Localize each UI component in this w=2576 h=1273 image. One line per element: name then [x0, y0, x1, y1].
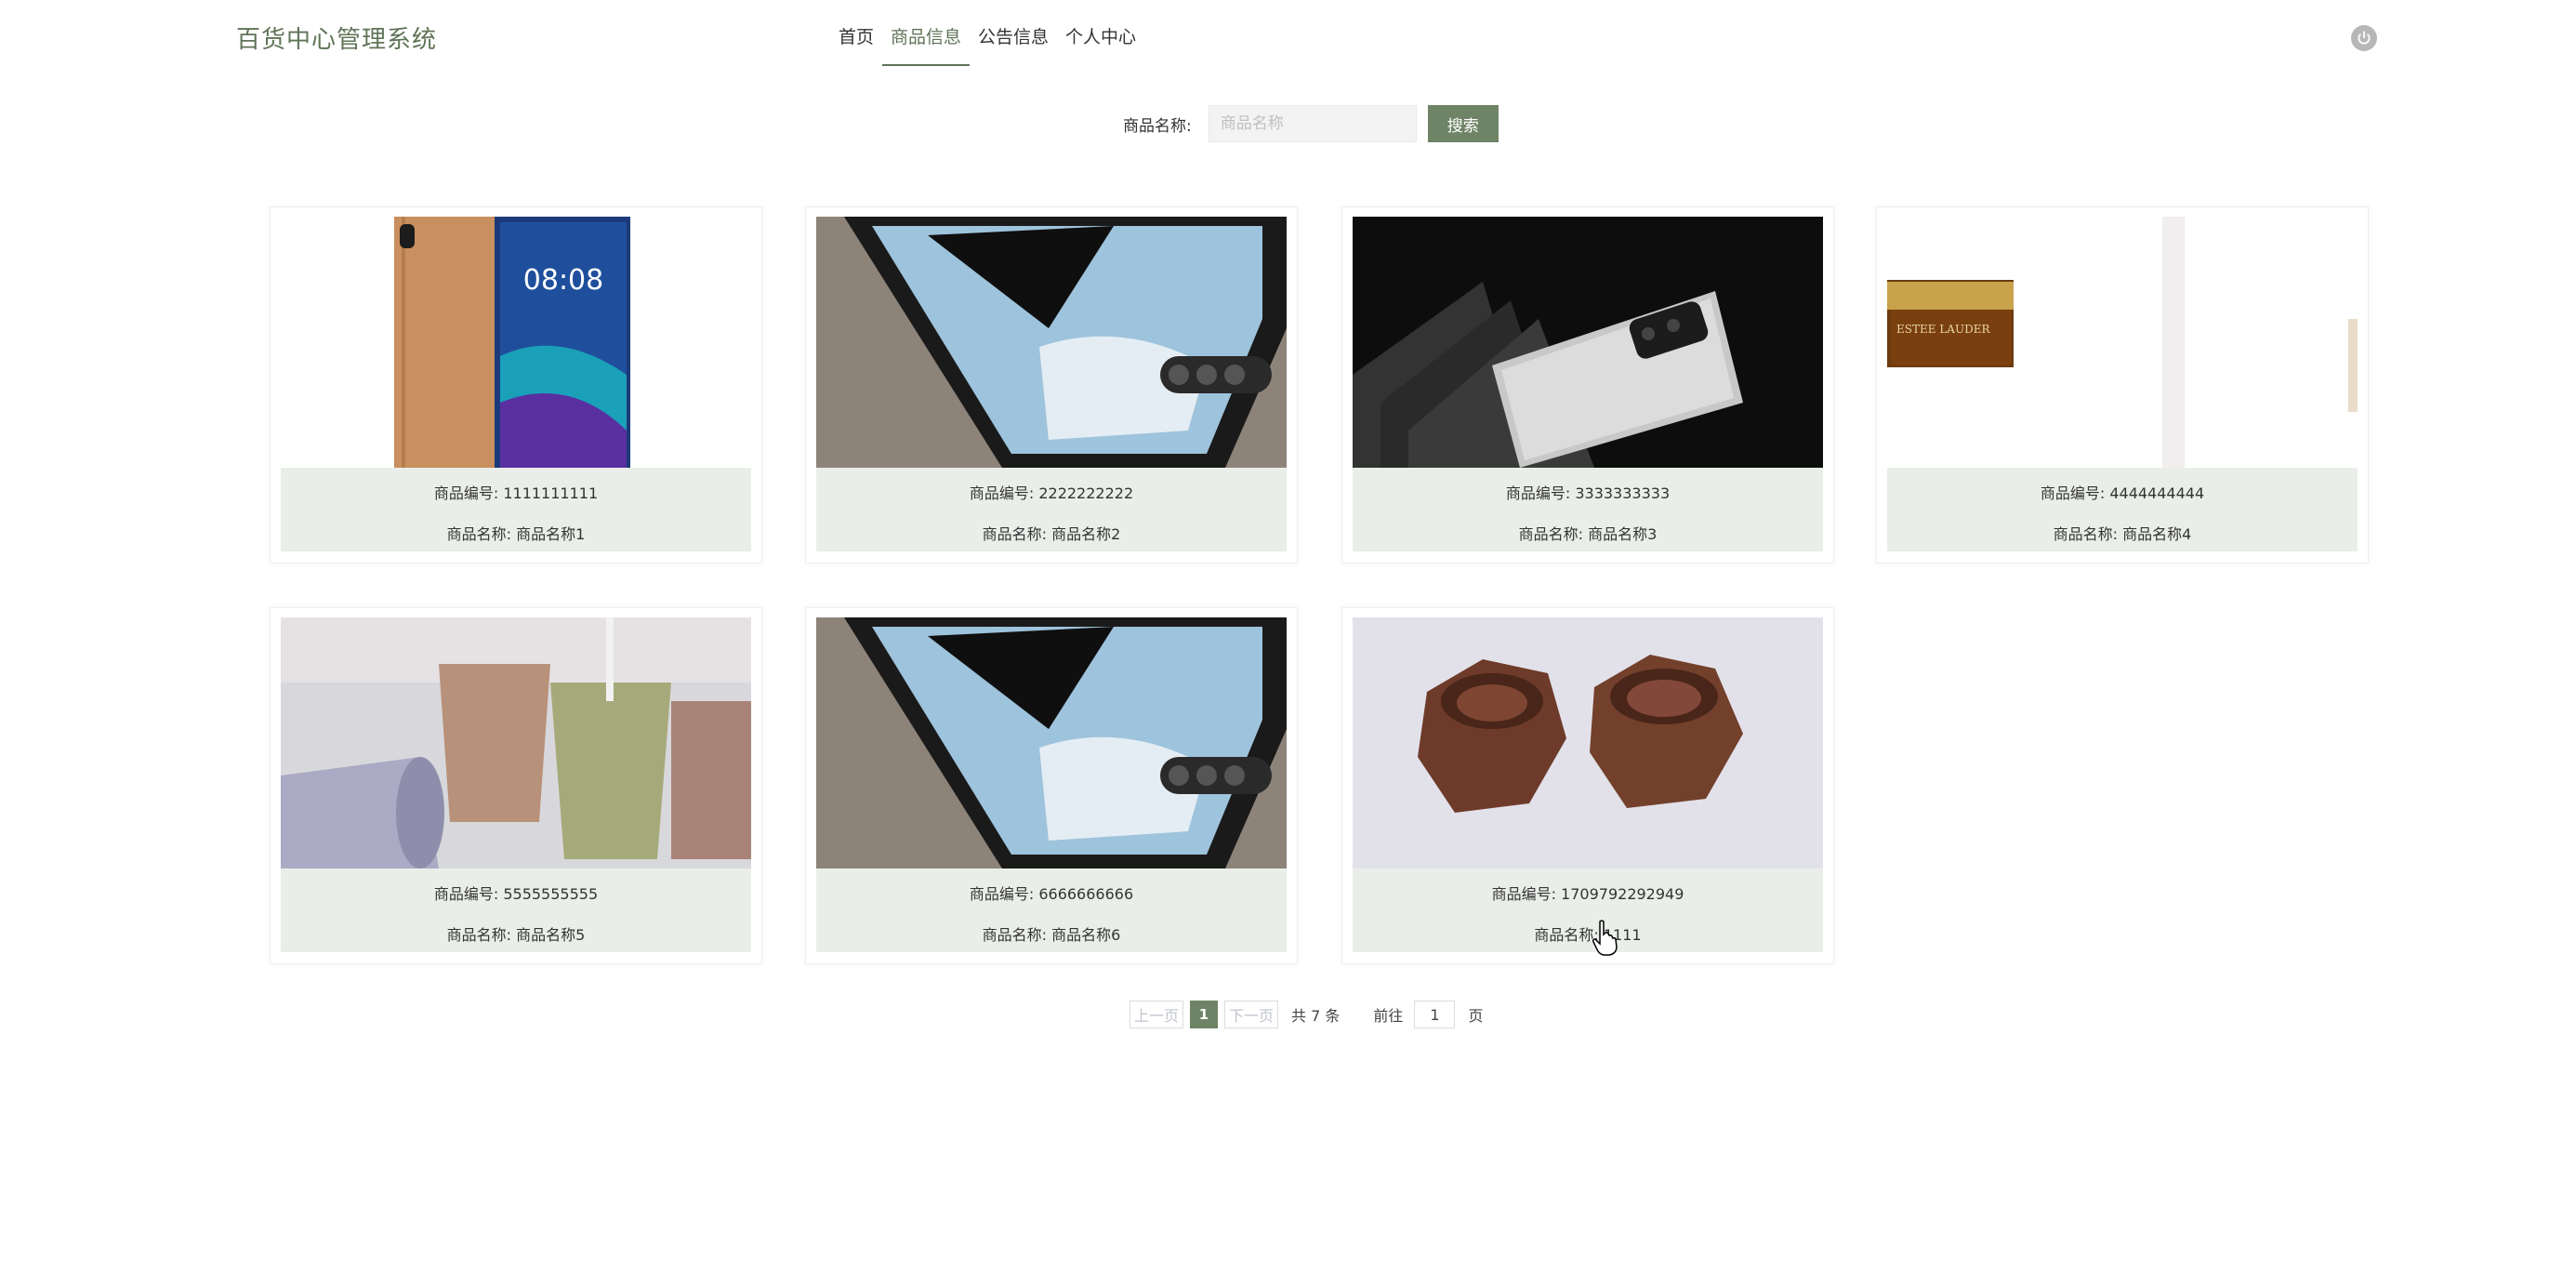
product-id: 商品编号: 5555555555 [433, 885, 599, 903]
prev-page-button[interactable]: 上一页 [1129, 1001, 1184, 1028]
product-card[interactable]: ESTEE LAUDER 商品编号: 4444444444 商品名称: 商品名称… [1876, 206, 2369, 564]
search-bar: 商品名称: 搜索 [1123, 105, 1499, 142]
product-image: ESTEE LAUDER [1887, 217, 2358, 468]
product-card[interactable]: 商品编号: 2222222222 商品名称: 商品名称2 [805, 206, 1298, 564]
brand-title: 百货中心管理系统 [236, 26, 438, 54]
product-id: 商品编号: 3333333333 [1505, 484, 1671, 502]
product-image: 08:08 [281, 217, 751, 468]
nav-announcements[interactable]: 公告信息 [970, 24, 1057, 67]
product-name: 商品名称: 商品名称3 [1518, 525, 1658, 543]
product-id: 商品编号: 4444444444 [2040, 484, 2205, 502]
product-info: 商品编号: 1111111111 商品名称: 商品名称1 [281, 468, 751, 551]
product-name: 商品名称: 商品名称6 [982, 926, 1121, 944]
product-name: 商品名称: 商品名称1 [446, 525, 586, 543]
product-id: 商品编号: 6666666666 [969, 885, 1134, 903]
nav-home[interactable]: 首页 [830, 24, 882, 67]
search-input[interactable] [1208, 105, 1417, 142]
product-id: 商品编号: 2222222222 [969, 484, 1134, 502]
page-number-current[interactable]: 1 [1190, 1001, 1219, 1028]
logout-button[interactable] [2351, 25, 2377, 51]
product-image [816, 617, 1287, 869]
product-info: 商品编号: 5555555555 商品名称: 商品名称5 [281, 869, 751, 952]
product-card[interactable]: 商品编号: 1709792292949 商品名称: 1111 [1341, 607, 1834, 964]
product-name: 商品名称: 商品名称2 [982, 525, 1121, 543]
pagination: 上一页 1 下一页 共 7 条 前往 页 [1129, 1001, 1483, 1028]
product-card[interactable]: 商品编号: 6666666666 商品名称: 商品名称6 [805, 607, 1298, 964]
product-info: 商品编号: 4444444444 商品名称: 商品名称4 [1887, 468, 2358, 551]
product-image [816, 217, 1287, 468]
product-image [1353, 617, 1823, 869]
product-name: 商品名称: 商品名称5 [446, 926, 586, 944]
top-header: 百货中心管理系统 首页 商品信息 公告信息 个人中心 [0, 0, 2576, 74]
nav-products[interactable]: 商品信息 [882, 24, 971, 67]
search-button[interactable]: 搜索 [1427, 105, 1499, 142]
power-icon [2358, 31, 2371, 45]
product-info: 商品编号: 2222222222 商品名称: 商品名称2 [816, 468, 1287, 551]
next-page-button[interactable]: 下一页 [1224, 1001, 1279, 1028]
goto-page-input[interactable] [1414, 1001, 1456, 1028]
main-nav: 首页 商品信息 公告信息 个人中心 [830, 24, 1144, 67]
product-image [281, 617, 751, 869]
product-card[interactable]: 商品编号: 5555555555 商品名称: 商品名称5 [270, 607, 762, 964]
svg-text:08:08: 08:08 [523, 264, 603, 297]
svg-text:ESTEE LAUDER: ESTEE LAUDER [1896, 323, 1990, 336]
product-card[interactable]: 商品编号: 3333333333 商品名称: 商品名称3 [1341, 206, 1834, 564]
search-label: 商品名称: [1123, 116, 1192, 136]
goto-label: 前往 [1373, 1007, 1404, 1025]
product-info: 商品编号: 1709792292949 商品名称: 1111 [1353, 869, 1823, 952]
product-id: 商品编号: 1111111111 [433, 484, 599, 502]
product-name: 商品名称: 1111 [1534, 926, 1642, 944]
product-name: 商品名称: 商品名称4 [2053, 525, 2192, 543]
product-info: 商品编号: 6666666666 商品名称: 商品名称6 [816, 869, 1287, 952]
total-count: 共 7 条 [1291, 1007, 1341, 1025]
product-card[interactable]: 08:08 商品编号: 1111111111 商品名称: 商品名称1 [270, 206, 762, 564]
product-image [1353, 217, 1823, 468]
page-unit-label: 页 [1468, 1007, 1484, 1025]
product-id: 商品编号: 1709792292949 [1491, 885, 1684, 903]
product-info: 商品编号: 3333333333 商品名称: 商品名称3 [1353, 468, 1823, 551]
nav-profile[interactable]: 个人中心 [1057, 24, 1144, 67]
